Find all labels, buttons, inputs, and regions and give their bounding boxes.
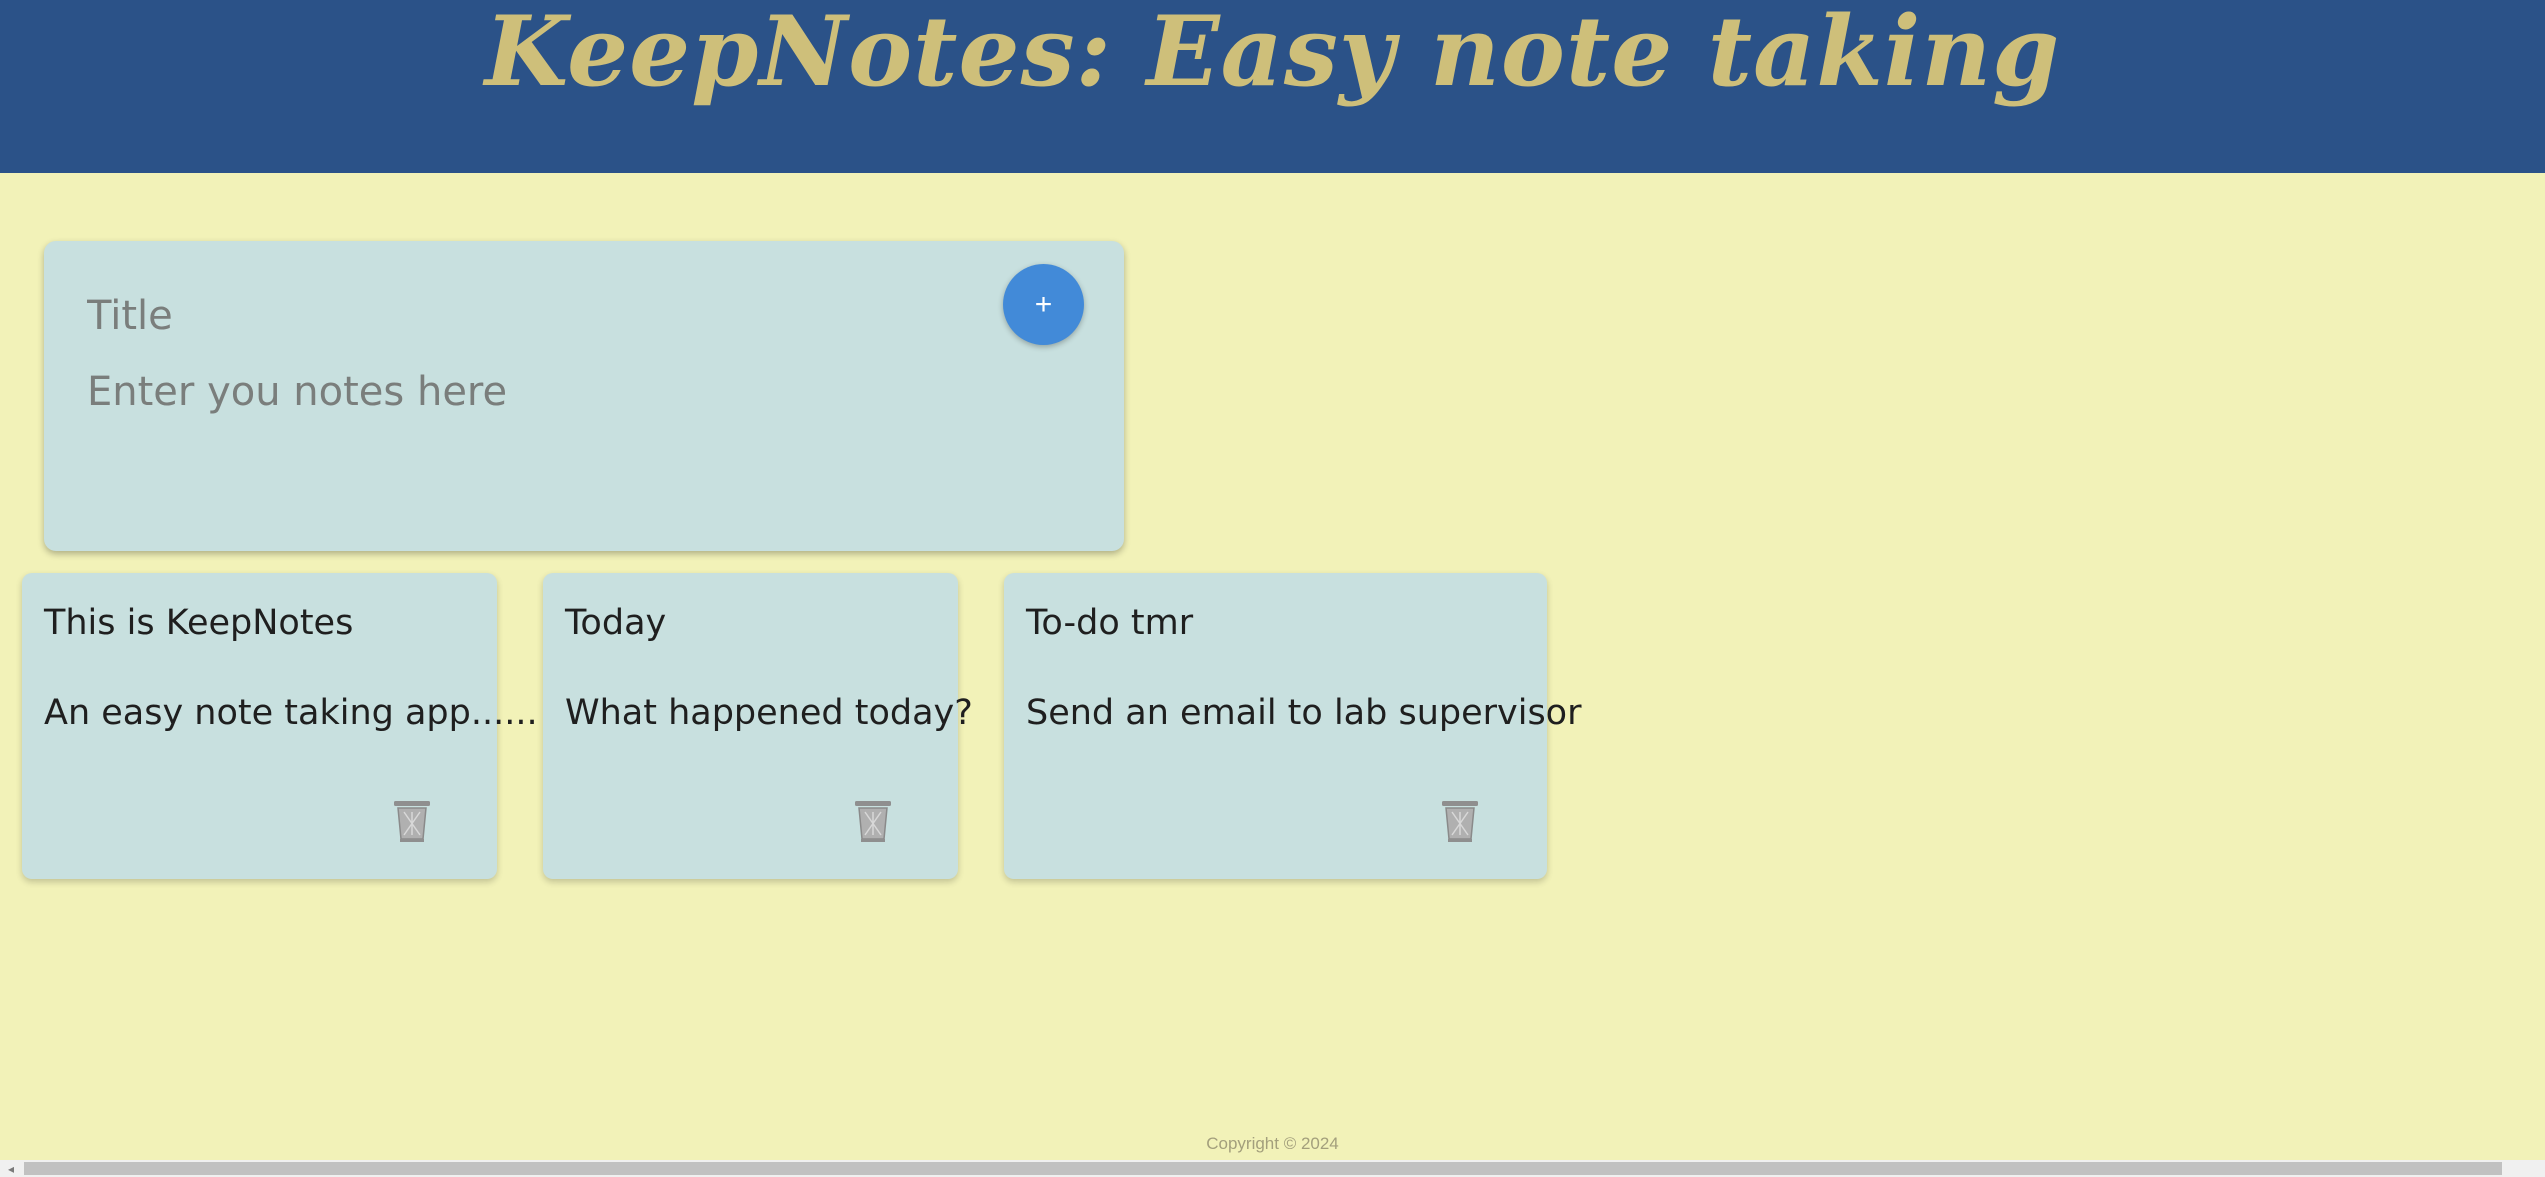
trash-icon [855,801,891,842]
plus-icon: + [1034,287,1053,321]
trash-icon [1442,801,1478,842]
delete-note-button[interactable] [853,799,893,843]
add-note-button[interactable]: + [1003,264,1084,345]
note-body: What happened today? [565,693,973,733]
app-title: KeepNotes: Easy note taking [484,0,2061,108]
note-body: Send an email to lab supervisor [1026,693,1582,733]
delete-note-button[interactable] [1440,799,1480,843]
app-header: KeepNotes: Easy note taking [0,0,2545,173]
note-title: To-do tmr [1026,603,1194,643]
notes-input[interactable] [87,369,1087,519]
horizontal-scrollbar[interactable]: ◂ [0,1160,2545,1177]
trash-icon [394,801,430,842]
note-card: This is KeepNotes An easy note taking ap… [22,573,538,879]
note-title: Today [565,603,667,643]
copyright-text: Copyright © 2024 [1206,1134,1339,1153]
note-card: To-do tmr Send an email to lab superviso… [1004,573,1582,879]
note-composer: + [44,241,1124,551]
scrollbar-thumb[interactable] [24,1162,2502,1175]
note-body: An easy note taking app...... [44,693,538,733]
scroll-left-arrow-icon[interactable]: ◂ [0,1160,22,1177]
title-input[interactable] [87,289,987,343]
note-title: This is KeepNotes [44,603,354,643]
delete-note-button[interactable] [392,799,432,843]
note-card: Today What happened today? [543,573,973,879]
